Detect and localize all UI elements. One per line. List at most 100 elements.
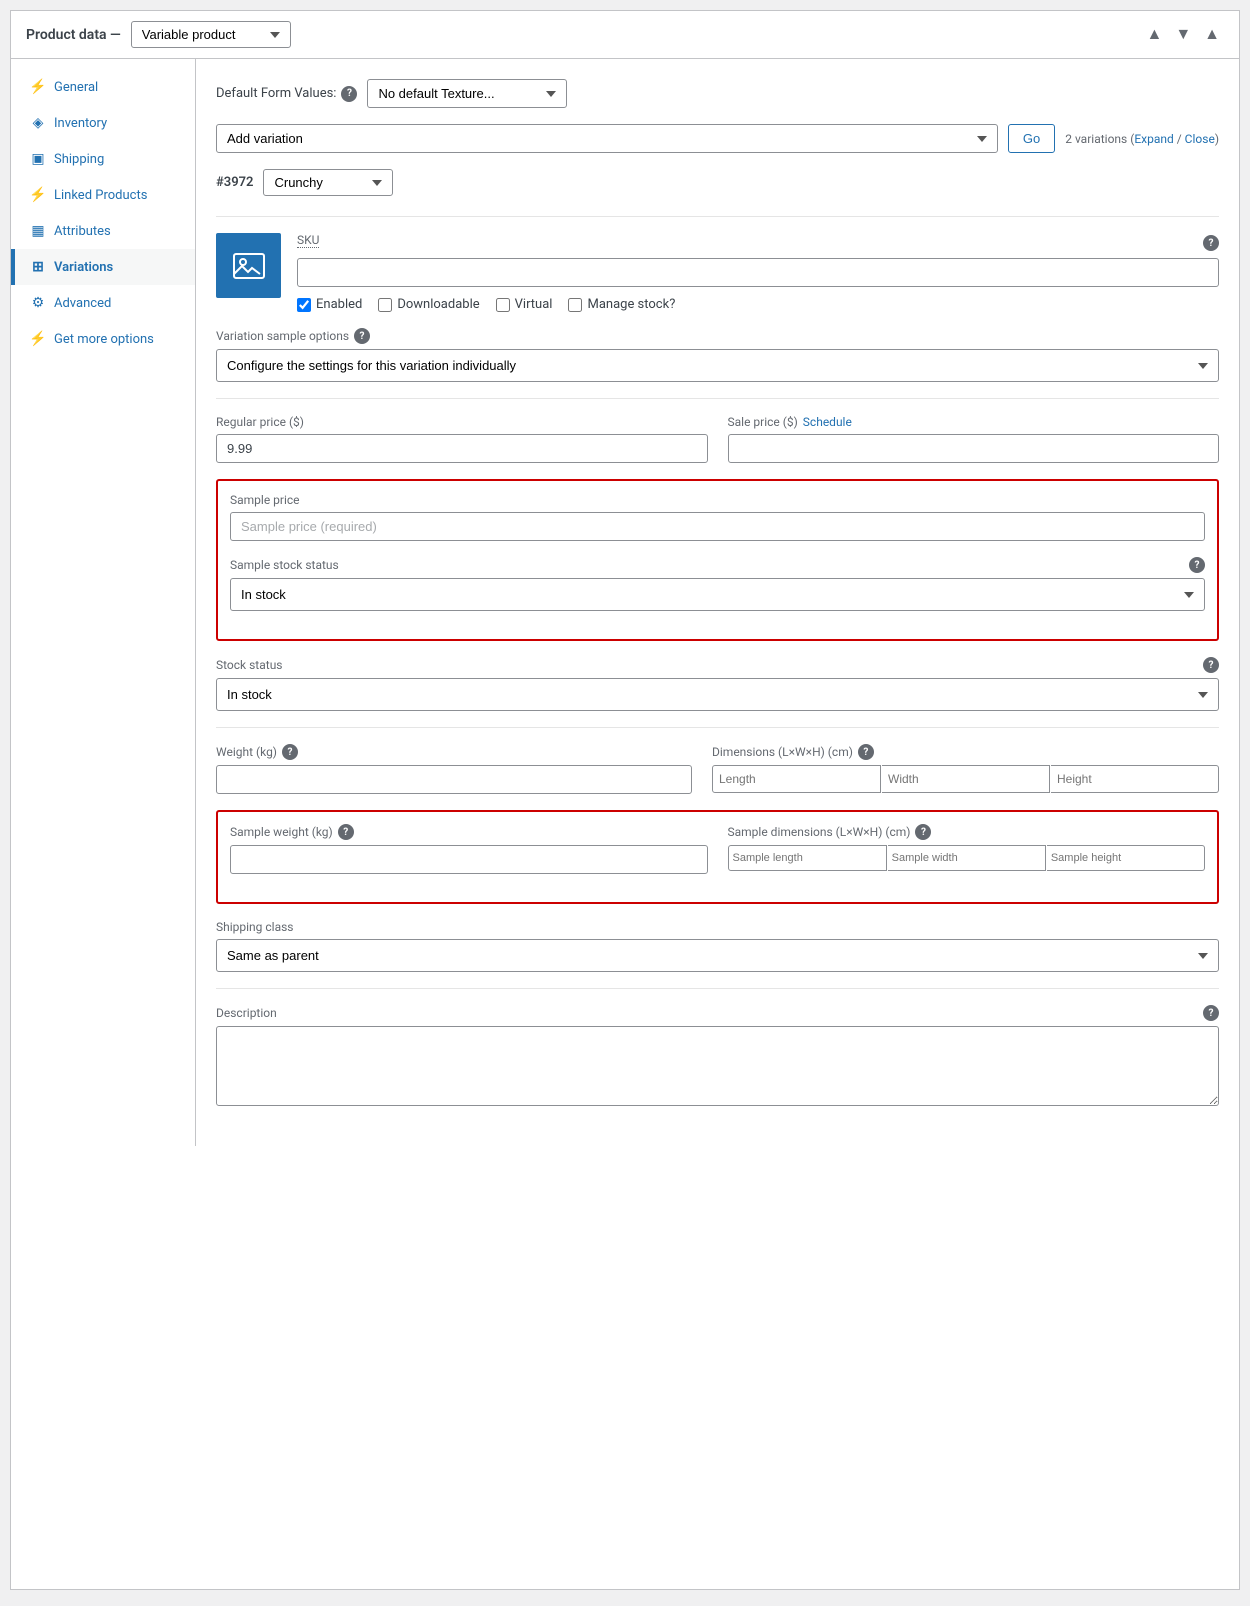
variation-name-select[interactable]: Crunchy — [263, 169, 393, 196]
product-data-title: Product data — — [26, 27, 121, 43]
variation-sample-options-label: Variation sample options ? — [216, 328, 1219, 344]
divider-1 — [216, 398, 1219, 399]
price-row: Regular price ($) Sale price ($) Schedul… — [216, 415, 1219, 463]
more-options-icon: ⚡ — [30, 331, 46, 347]
go-button[interactable]: Go — [1008, 124, 1055, 153]
lightning-icon: ⚡ — [30, 79, 46, 95]
sidebar-item-label: Variations — [54, 260, 113, 275]
link-icon: ⚡ — [30, 187, 46, 203]
description-textarea[interactable] — [216, 1026, 1219, 1106]
variation-sample-options-select[interactable]: Configure the settings for this variatio… — [216, 349, 1219, 382]
product-type-select[interactable]: Variable product — [131, 21, 291, 48]
enabled-checkbox-label[interactable]: Enabled — [297, 297, 362, 312]
sample-weight-input[interactable] — [230, 845, 708, 874]
default-form-values-row: Default Form Values: ? No default Textur… — [216, 79, 1219, 108]
shipping-class-select[interactable]: Same as parent — [216, 939, 1219, 972]
manage-stock-checkbox-label[interactable]: Manage stock? — [568, 297, 675, 312]
enabled-checkbox[interactable] — [297, 298, 311, 312]
variation-sample-options-row: Variation sample options ? Configure the… — [216, 328, 1219, 382]
sku-help-icon[interactable]: ? — [1203, 235, 1219, 251]
sidebar-item-label: Attributes — [54, 224, 111, 239]
description-row: Description ? — [216, 1005, 1219, 1110]
stock-help-icon[interactable]: ? — [1203, 657, 1219, 673]
sidebar-item-advanced[interactable]: ⚙ Advanced — [11, 285, 195, 321]
expand-button[interactable]: ▲ — [1200, 24, 1224, 46]
schedule-link[interactable]: Schedule — [803, 415, 852, 429]
sample-height-input[interactable] — [1047, 845, 1205, 871]
sample-weight-dimensions-section: Sample weight (kg) ? Sample dimensions (… — [216, 810, 1219, 904]
description-help-icon[interactable]: ? — [1203, 1005, 1219, 1021]
product-image-button[interactable] — [216, 233, 281, 298]
sample-weight-help-icon[interactable]: ? — [338, 824, 354, 840]
sample-dimensions-label: Sample dimensions (L×W×H) (cm) ? — [728, 824, 1206, 840]
sample-length-input[interactable] — [728, 845, 887, 871]
stock-status-label: Stock status ? — [216, 657, 1219, 673]
sample-price-row: Sample price — [230, 493, 1205, 541]
sidebar-item-label: Get more options — [54, 332, 154, 347]
regular-price-input[interactable] — [216, 434, 708, 463]
sample-dimensions-help-icon[interactable]: ? — [915, 824, 931, 840]
checkboxes-row: Enabled Downloadable Virtual — [297, 297, 1219, 312]
expand-link[interactable]: Expand — [1134, 132, 1173, 146]
sku-input[interactable] — [297, 258, 1219, 287]
stock-status-select[interactable]: In stock — [216, 678, 1219, 711]
shipping-class-row: Shipping class Same as parent — [216, 920, 1219, 972]
sample-stock-status-row: Sample stock status ? In stock — [230, 557, 1205, 611]
length-input[interactable] — [712, 765, 881, 793]
dimensions-field: Dimensions (L×W×H) (cm) ? — [712, 744, 1219, 794]
sample-price-input[interactable] — [230, 512, 1205, 541]
inventory-icon: ◈ — [30, 115, 46, 131]
weight-help-icon[interactable]: ? — [282, 744, 298, 760]
sample-dimensions-inputs — [728, 845, 1206, 871]
stock-status-row: Stock status ? In stock — [216, 657, 1219, 711]
sidebar-item-variations[interactable]: ⊞ Variations — [11, 249, 195, 285]
sale-price-input[interactable] — [728, 434, 1220, 463]
regular-price-label: Regular price ($) — [216, 415, 708, 429]
sidebar-item-label: Advanced — [54, 296, 111, 311]
default-form-help-icon[interactable]: ? — [341, 86, 357, 102]
sample-options-help-icon[interactable]: ? — [354, 328, 370, 344]
header-left: Product data — Variable product — [26, 21, 291, 48]
product-data-header: Product data — Variable product ▲ ▼ ▲ — [11, 11, 1239, 59]
sample-width-input[interactable] — [888, 845, 1046, 871]
sidebar-item-general[interactable]: ⚡ General — [11, 69, 195, 105]
shipping-class-label: Shipping class — [216, 920, 1219, 934]
add-variation-select[interactable]: Add variation — [216, 124, 998, 153]
product-data-panel: Product data — Variable product ▲ ▼ ▲ ⚡ … — [10, 10, 1240, 1590]
dimensions-help-icon[interactable]: ? — [858, 744, 874, 760]
sample-stock-status-select[interactable]: In stock — [230, 578, 1205, 611]
sample-stock-help-icon[interactable]: ? — [1189, 557, 1205, 573]
collapse-down-button[interactable]: ▼ — [1171, 24, 1195, 46]
divider-2 — [216, 727, 1219, 728]
description-label: Description ? — [216, 1005, 1219, 1021]
width-input[interactable] — [882, 765, 1050, 793]
sidebar-item-inventory[interactable]: ◈ Inventory — [11, 105, 195, 141]
variations-icon: ⊞ — [30, 259, 46, 275]
sidebar-item-label: General — [54, 80, 98, 95]
downloadable-checkbox-label[interactable]: Downloadable — [378, 297, 479, 312]
height-input[interactable] — [1051, 765, 1219, 793]
sidebar-item-label: Inventory — [54, 116, 107, 131]
close-link[interactable]: Close — [1185, 132, 1215, 146]
sku-label: SKU — [297, 233, 319, 248]
dimensions-inputs — [712, 765, 1219, 793]
collapse-up-button[interactable]: ▲ — [1142, 24, 1166, 46]
regular-price-field: Regular price ($) — [216, 415, 708, 463]
image-placeholder-icon — [231, 248, 267, 284]
default-form-label: Default Form Values: ? — [216, 86, 357, 102]
sidebar-item-shipping[interactable]: ▣ Shipping — [11, 141, 195, 177]
downloadable-checkbox[interactable] — [378, 298, 392, 312]
sidebar-item-linked-products[interactable]: ⚡ Linked Products — [11, 177, 195, 213]
manage-stock-checkbox[interactable] — [568, 298, 582, 312]
virtual-checkbox[interactable] — [496, 298, 510, 312]
sample-dimensions-field: Sample dimensions (L×W×H) (cm) ? — [728, 824, 1206, 874]
virtual-checkbox-label[interactable]: Virtual — [496, 297, 553, 312]
weight-input[interactable] — [216, 765, 692, 794]
add-variation-row: Add variation Go 2 variations (Expand / … — [216, 124, 1219, 153]
variation-body: SKU ? Enabled Downloadable — [216, 216, 1219, 1110]
sidebar-item-attributes[interactable]: ▦ Attributes — [11, 213, 195, 249]
variations-count: 2 variations (Expand / Close) — [1065, 132, 1219, 146]
default-texture-select[interactable]: No default Texture... — [367, 79, 567, 108]
sidebar-item-get-more-options[interactable]: ⚡ Get more options — [11, 321, 195, 357]
weight-label: Weight (kg) ? — [216, 744, 692, 760]
